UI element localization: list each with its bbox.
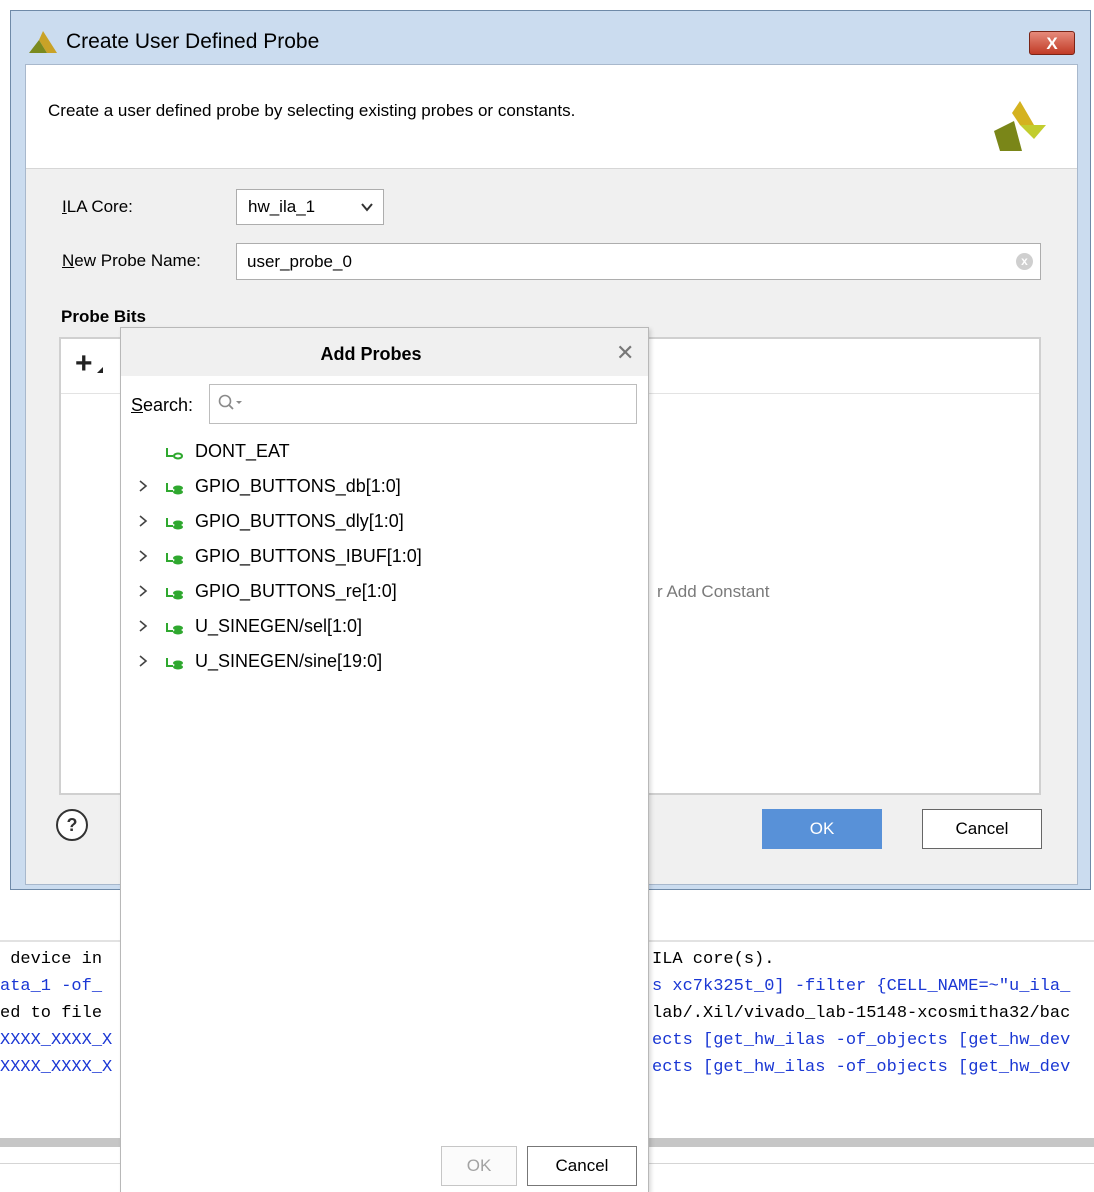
probe-tree-item[interactable]: GPIO_BUTTONS_re[1:0] [121, 574, 648, 609]
probe-tree-item[interactable]: GPIO_BUTTONS_db[1:0] [121, 469, 648, 504]
add-probe-button[interactable]: + [75, 347, 93, 381]
console-line-right: ects [get_hw_ilas -of_objects [get_hw_de… [652, 1058, 1071, 1077]
probe-tree-item-label: DONT_EAT [195, 441, 290, 461]
console-line-right: ILA core(s). [652, 950, 775, 969]
probe-tree-item[interactable]: GPIO_BUTTONS_dly[1:0] [121, 504, 648, 539]
console-line-right: ects [get_hw_ilas -of_objects [get_hw_de… [652, 1031, 1071, 1050]
probe-name-value: user_probe_0 [247, 252, 352, 271]
popup-close-icon[interactable]: ✕ [616, 340, 634, 366]
chevron-right-icon[interactable] [137, 653, 149, 674]
ila-core-label: ILA Core: [62, 197, 133, 216]
bus-net-icon [165, 550, 185, 571]
dropdown-corner-icon [97, 367, 103, 373]
bus-net-icon [165, 585, 185, 606]
bus-net-icon [165, 620, 185, 641]
search-label: Search: [131, 395, 194, 415]
probe-tree-item-label: GPIO_BUTTONS_dly[1:0] [195, 511, 404, 531]
chevron-right-icon[interactable] [137, 618, 149, 639]
chevron-right-icon[interactable] [137, 478, 149, 499]
probe-name-input[interactable]: user_probe_0 x [236, 243, 1041, 280]
popup-cancel-button[interactable]: Cancel [527, 1146, 637, 1186]
probe-tree-item-label: U_SINEGEN/sine[19:0] [195, 651, 383, 671]
console-line-left: XXXX_XXXX_X [0, 1031, 113, 1050]
help-button[interactable]: ? [56, 809, 88, 841]
popup-ok-button[interactable]: OK [441, 1146, 517, 1186]
net-icon [165, 445, 185, 466]
dialog-title: Create User Defined Probe [66, 30, 320, 53]
console-line-left: ata_1 -of_ [0, 977, 103, 996]
probe-tree-item[interactable]: GPIO_BUTTONS_IBUF[1:0] [121, 539, 648, 574]
popup-header: Add Probes ✕ [121, 328, 648, 376]
bus-net-icon [165, 515, 185, 536]
chevron-right-icon[interactable] [137, 548, 149, 569]
bus-net-icon [165, 480, 185, 501]
console-line-left: ed to file [0, 1004, 103, 1023]
console-line-right: lab/.Xil/vivado_lab-15148-xcosmitha32/ba… [652, 1004, 1071, 1023]
probe-tree-item-label: GPIO_BUTTONS_re[1:0] [195, 581, 397, 601]
bus-net-icon [165, 655, 185, 676]
popup-title: Add Probes [320, 344, 422, 364]
probe-tree-item[interactable]: U_SINEGEN/sine[19:0] [121, 644, 648, 679]
chevron-right-icon[interactable] [137, 583, 149, 604]
console-line-right: s xc7k325t_0] -filter {CELL_NAME=~"u_ila… [652, 977, 1071, 996]
chevron-down-icon [359, 199, 375, 220]
dialog-description: Create a user defined probe by selecting… [48, 101, 576, 120]
cancel-button[interactable]: Cancel [922, 809, 1042, 849]
xilinx-logo-icon [994, 101, 1046, 156]
ila-core-select[interactable]: hw_ila_1 [236, 189, 384, 225]
console-line-left: XXXX_XXXX_X [0, 1058, 113, 1077]
probe-tree-item-label: GPIO_BUTTONS_db[1:0] [195, 476, 401, 496]
probe-tree-item-label: U_SINEGEN/sel[1:0] [195, 616, 363, 636]
probe-tree-item[interactable]: U_SINEGEN/sel[1:0] [121, 609, 648, 644]
chevron-right-icon[interactable] [137, 513, 149, 534]
close-button[interactable]: X [1029, 31, 1075, 55]
ok-button[interactable]: OK [762, 809, 882, 849]
console-line-left: device in [0, 950, 103, 969]
add-constant-hint: r Add Constant [657, 582, 770, 601]
add-probes-popup: Add Probes ✕ Search: DONT_EAT GPIO_BUTTON… [120, 327, 649, 1192]
probe-tree-item-label: GPIO_BUTTONS_IBUF[1:0] [195, 546, 422, 566]
search-icon[interactable] [218, 394, 244, 414]
probe-tree-item[interactable]: DONT_EAT [121, 434, 648, 469]
probe-bits-heading: Probe Bits [61, 307, 147, 326]
clear-input-icon[interactable]: x [1016, 253, 1033, 270]
vivado-app-icon [29, 31, 57, 58]
probe-name-label: New Probe Name: [62, 251, 201, 270]
ila-core-value: hw_ila_1 [248, 197, 316, 216]
search-input[interactable] [209, 384, 637, 424]
dialog-header: Create a user defined probe by selecting… [26, 65, 1077, 169]
